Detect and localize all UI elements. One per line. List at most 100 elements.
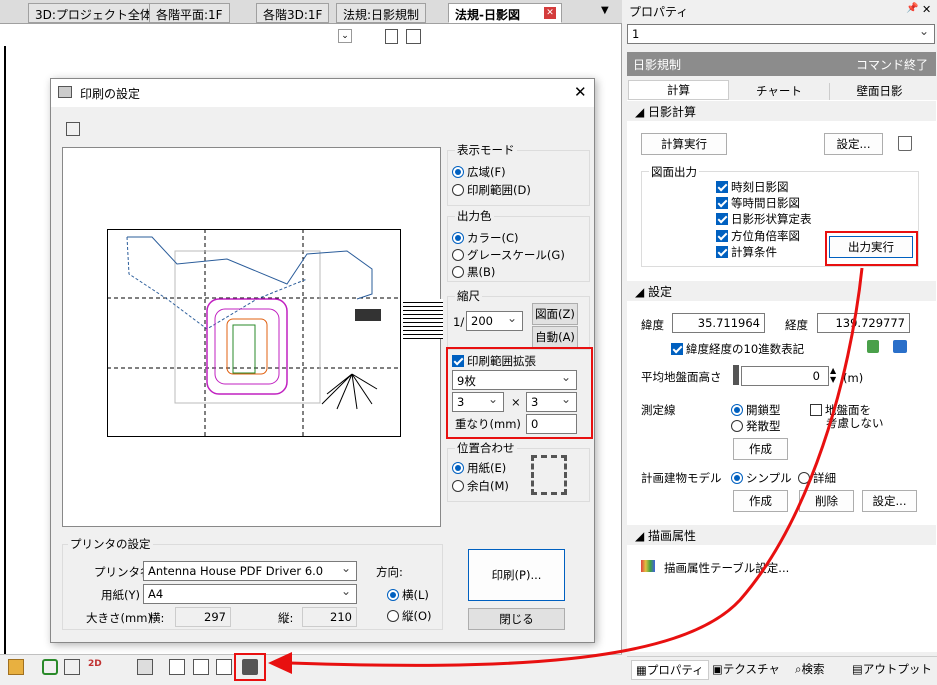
output-azimuth-checkbox[interactable]: 方位角倍率図 <box>716 228 800 244</box>
section-shadow-calc[interactable]: ◢ 日影計算 <box>627 101 936 121</box>
section-settings[interactable]: ◢ 設定 <box>627 281 936 301</box>
avg-ground-label: 平均地盤面高さ <box>641 370 722 384</box>
model-delete-button[interactable]: 削除 <box>799 490 854 512</box>
doc-icon-2[interactable] <box>169 659 185 675</box>
output-conditions-checkbox[interactable]: 計算条件 <box>716 244 777 260</box>
dialog-close-icon[interactable]: ✕ <box>574 83 587 101</box>
props-tab-calc[interactable]: 計算 <box>628 80 729 100</box>
doc-icon[interactable] <box>385 29 398 44</box>
doc-save-icon[interactable] <box>406 29 421 44</box>
latitude-input[interactable]: 35.711964 <box>672 313 765 333</box>
bottom-tab-texture[interactable]: ▣テクスチャ <box>712 661 780 677</box>
size-label: 大きさ(mm) <box>86 611 152 625</box>
props-tab-chart[interactable]: チャート <box>729 83 829 100</box>
consider-label: 考慮しない <box>826 416 884 430</box>
scale-select[interactable]: 200 <box>466 311 523 331</box>
tab-menu-icon[interactable]: ▼ <box>601 5 609 16</box>
scale-auto-button[interactable]: 自動(A) <box>532 326 578 348</box>
align-title: 位置合わせ <box>455 440 517 456</box>
display-mode-title: 表示モード <box>455 142 517 158</box>
dialog-app-icon <box>58 86 72 98</box>
paper-select[interactable]: A4 <box>143 584 357 604</box>
align-paper-radio[interactable]: 用紙(E) <box>452 460 506 476</box>
print-button[interactable]: 印刷(P)... <box>468 549 565 601</box>
close-button[interactable]: 閉じる <box>468 608 565 630</box>
align-icon <box>531 455 567 495</box>
calc-run-button[interactable]: 計算実行 <box>641 133 727 155</box>
view-dropdown[interactable]: ⌄ <box>338 29 352 43</box>
mode-wide-radio[interactable]: 広域(F) <box>452 164 506 180</box>
trash-icon[interactable] <box>898 136 912 151</box>
command-end-button[interactable]: コマンド終了 <box>856 56 928 73</box>
crosshair-icon[interactable] <box>66 122 80 136</box>
landscape-radio[interactable]: 横(L) <box>387 587 429 603</box>
export-icon-2[interactable] <box>216 659 232 675</box>
output-equal-time-checkbox[interactable]: 等時間日影図 <box>716 195 800 211</box>
props-header: 日影規制 コマンド終了 <box>627 52 936 76</box>
dialog-title: 印刷の設定 <box>80 87 141 101</box>
scale-title: 縮尺 <box>455 288 482 304</box>
export-icon[interactable] <box>193 659 209 675</box>
printer-group-title: プリンタの設定 <box>68 536 153 552</box>
avg-slider-handle[interactable] <box>733 365 739 385</box>
tab-floor-3d[interactable]: 各階3D:1F <box>256 3 330 23</box>
color-radio[interactable]: カラー(C) <box>452 230 519 246</box>
3d-toggle-icon[interactable]: 2D <box>88 659 104 675</box>
paper-label: 用紙(Y) <box>101 588 140 602</box>
model-label: 計画建物モデル <box>641 471 722 485</box>
calc-settings-button[interactable]: 設定... <box>824 133 883 155</box>
refresh-icon[interactable] <box>42 659 58 675</box>
tab-close-icon[interactable]: ✕ <box>544 7 556 19</box>
location-icon[interactable] <box>893 340 907 353</box>
tab-floor-plan[interactable]: 各階平面:1F <box>149 3 230 23</box>
model-settings-button[interactable]: 設定... <box>862 490 917 512</box>
map-icon[interactable] <box>867 340 879 353</box>
props-close-icon[interactable]: ✕ <box>922 3 931 16</box>
mode-range-radio[interactable]: 印刷範囲(D) <box>452 182 531 198</box>
closed-radio[interactable]: 開鎖型 <box>731 402 781 418</box>
measure-line-label: 測定線 <box>641 403 676 417</box>
black-radio[interactable]: 黒(B) <box>452 264 495 280</box>
output-shape-table-checkbox[interactable]: 日影形状算定表 <box>716 211 812 227</box>
decimal-checkbox[interactable]: 緯度経度の10進数表記 <box>671 341 804 357</box>
bottom-tab-output[interactable]: ▤アウトプット <box>852 661 932 677</box>
folder-icon[interactable] <box>8 659 24 675</box>
figure-output-title: 図面出力 <box>649 164 699 180</box>
printer-name-select[interactable]: Antenna House PDF Driver 6.0 <box>143 561 357 581</box>
bottom-tab-properties[interactable]: ▦プロパティ <box>631 660 709 680</box>
simple-radio[interactable]: シンプル <box>731 470 792 486</box>
height-value: 210 <box>302 607 357 627</box>
avg-ground-input[interactable]: 0 <box>741 366 829 386</box>
tab-3d-project[interactable]: 3D:プロジェクト全体 <box>28 3 159 23</box>
direction-label: 方向: <box>376 565 403 579</box>
output-hourly-checkbox[interactable]: 時刻日影図 <box>716 179 789 195</box>
portrait-radio[interactable]: 縦(O) <box>387 608 432 624</box>
props-tab-wall[interactable]: 壁面日影 <box>829 83 929 100</box>
height-label: 縦: <box>278 611 294 625</box>
model-make-button[interactable]: 作成 <box>733 490 788 512</box>
gray-radio[interactable]: グレースケール(G) <box>452 247 565 263</box>
props-pin-icon[interactable]: 📌 <box>906 3 918 14</box>
palette-icon <box>641 560 655 572</box>
avg-spin-icon[interactable]: ▲ ▼ <box>830 366 836 384</box>
draw-attr-table-item[interactable]: 描画属性テーブル設定... <box>664 560 789 576</box>
bottom-tab-search[interactable]: ⌕検索 <box>795 661 824 677</box>
longitude-input[interactable]: 139.729777 <box>817 313 910 333</box>
tab-regulation[interactable]: 法規:日影規制 <box>336 3 427 23</box>
monitor-icon[interactable] <box>137 659 153 675</box>
latitude-label: 緯度 <box>641 318 664 332</box>
scale-figure-button[interactable]: 図面(Z) <box>532 303 578 325</box>
fit-icon[interactable] <box>64 659 80 675</box>
longitude-label: 経度 <box>785 318 808 332</box>
expand-highlight <box>446 347 593 439</box>
detail-radio[interactable]: 詳細 <box>798 470 836 486</box>
section-draw-attrs[interactable]: ◢ 描画属性 <box>627 525 936 545</box>
measure-make-button[interactable]: 作成 <box>733 438 788 460</box>
open-radio[interactable]: 発散型 <box>731 418 781 434</box>
avg-unit: (m) <box>843 371 864 385</box>
props-combo[interactable]: 1 <box>627 24 935 44</box>
output-run-highlight <box>825 231 918 266</box>
canvas-edge <box>4 46 6 654</box>
align-margin-radio[interactable]: 余白(M) <box>452 478 509 494</box>
width-label: 横: <box>149 611 165 625</box>
